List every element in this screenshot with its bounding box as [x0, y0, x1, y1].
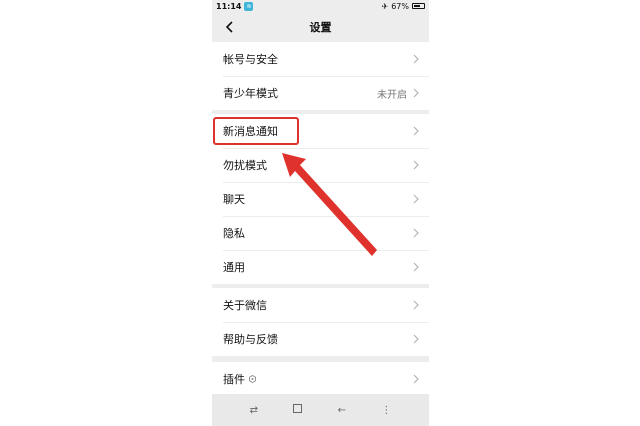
switch-apps-icon[interactable]: ⇄	[250, 405, 258, 416]
setting-label: 聊天	[223, 193, 245, 206]
setting-label: 关于微信	[223, 299, 267, 312]
app-notification-icon: ≋	[244, 1, 254, 11]
back-arrow-icon[interactable]: ←	[338, 405, 346, 416]
chevron-right-icon	[413, 160, 419, 170]
chevron-right-icon	[413, 262, 419, 272]
setting-general[interactable]: 通用	[212, 250, 429, 284]
chevron-right-icon	[413, 228, 419, 238]
setting-label: 帐号与安全	[223, 53, 278, 66]
chevron-right-icon	[413, 88, 419, 98]
setting-label: 勿扰模式	[223, 159, 267, 172]
home-square-icon[interactable]	[293, 404, 303, 416]
setting-account-security[interactable]: 帐号与安全	[212, 42, 429, 76]
status-time: 11:14	[216, 1, 242, 11]
setting-value: 未开启	[377, 89, 407, 101]
chevron-right-icon	[413, 334, 419, 344]
plugin-icon	[249, 375, 256, 383]
setting-chat[interactable]: 聊天	[212, 182, 429, 216]
setting-about-wechat[interactable]: 关于微信	[212, 288, 429, 322]
status-battery-text: 67%	[391, 1, 409, 11]
status-bar: 11:14 ≋ ✈ 67%	[212, 0, 429, 12]
setting-label: 隐私	[223, 227, 245, 240]
status-right: ✈ 67%	[382, 2, 425, 11]
setting-youth-mode[interactable]: 青少年模式 未开启	[212, 76, 429, 110]
chevron-left-icon	[225, 21, 233, 33]
settings-group-account: 帐号与安全 青少年模式 未开启	[212, 42, 429, 110]
setting-privacy[interactable]: 隐私	[212, 216, 429, 250]
chevron-right-icon	[413, 194, 419, 204]
chevron-right-icon	[413, 54, 419, 64]
phone-screen: 11:14 ≋ ✈ 67% 设置 帐号与安全 青少年模式 未开启 新消息通知 勿…	[212, 0, 429, 426]
chevron-right-icon	[413, 126, 419, 136]
setting-help-feedback[interactable]: 帮助与反馈	[212, 322, 429, 356]
setting-plugins[interactable]: 插件	[212, 362, 429, 396]
nav-bar: 设置	[212, 12, 429, 42]
setting-label: 青少年模式	[223, 87, 278, 100]
battery-icon	[412, 3, 425, 9]
chevron-right-icon	[413, 374, 419, 384]
settings-group-about: 关于微信 帮助与反馈	[212, 288, 429, 356]
chevron-right-icon	[413, 300, 419, 310]
more-vertical-icon[interactable]: ⋮	[381, 405, 391, 416]
setting-label: 帮助与反馈	[223, 333, 278, 346]
system-nav-bar: ⇄ ← ⋮	[212, 394, 429, 426]
setting-label: 插件	[223, 373, 245, 386]
highlight-box	[213, 117, 299, 145]
setting-label: 通用	[223, 261, 245, 274]
settings-group-plugins: 插件	[212, 362, 429, 396]
page-title: 设置	[309, 21, 332, 34]
airplane-icon: ✈	[381, 1, 389, 11]
setting-do-not-disturb[interactable]: 勿扰模式	[212, 148, 429, 182]
back-button[interactable]	[220, 18, 238, 36]
